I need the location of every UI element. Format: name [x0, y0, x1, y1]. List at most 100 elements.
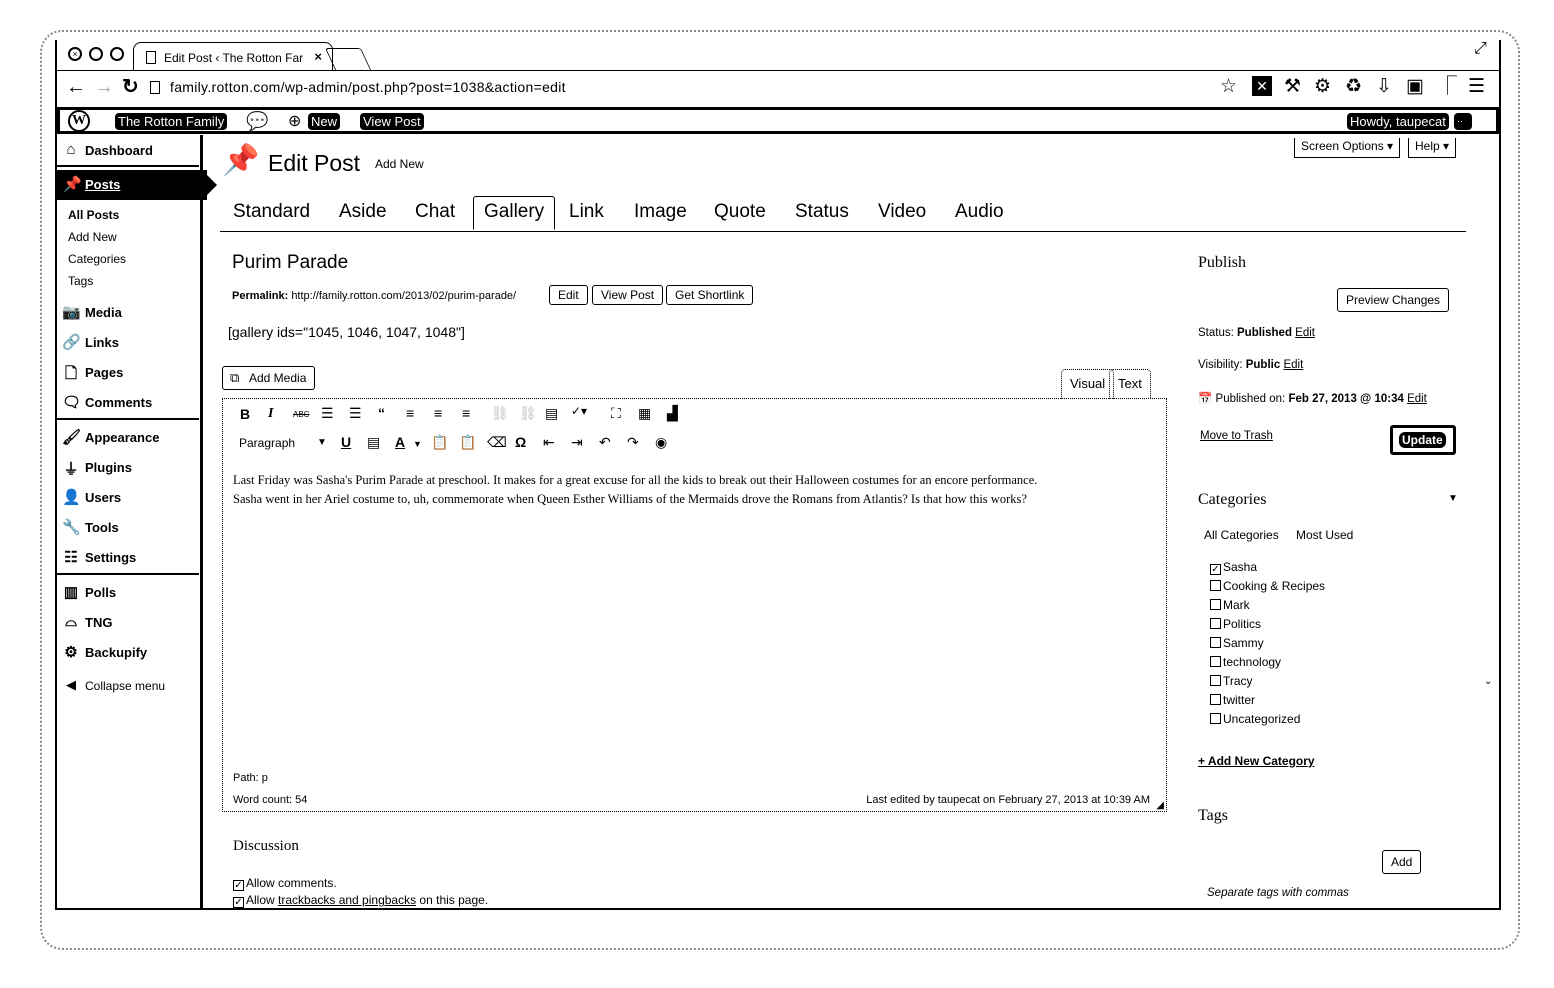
menu-dashboard[interactable]: ⌂ Dashboard [57, 139, 199, 161]
paste-text-icon[interactable]: 📋 [431, 434, 448, 450]
extension-icon[interactable]: ⎾ [1438, 76, 1457, 98]
gear-extension-icon[interactable]: ⚙ [1314, 76, 1331, 98]
wordpress-logo-icon[interactable]: W [68, 110, 90, 132]
forward-icon[interactable]: → [94, 77, 114, 97]
strikethrough-icon[interactable]: ABC [293, 407, 309, 423]
menu-backupify[interactable]: ⚙ Backupify [57, 641, 199, 663]
add-tag-button[interactable]: Add [1382, 850, 1422, 874]
category-item[interactable]: Cooking & Recipes [1210, 579, 1325, 593]
text-tab[interactable]: Text [1109, 369, 1151, 399]
undo-icon[interactable]: ↶ [599, 434, 611, 450]
category-checkbox[interactable] [1210, 599, 1221, 610]
submenu-all-posts[interactable]: All Posts [68, 208, 119, 222]
category-checkbox[interactable] [1210, 713, 1221, 724]
edit-status-link[interactable]: Edit [1295, 327, 1315, 339]
add-new-post-button[interactable]: Add New [375, 157, 424, 171]
wrench-extension-icon[interactable]: ⚒ [1284, 76, 1301, 98]
edit-date-link[interactable]: Edit [1407, 393, 1427, 405]
underline-icon[interactable]: U [341, 434, 351, 450]
edit-permalink-button[interactable]: Edit [549, 285, 588, 305]
view-post-link[interactable]: View Post [360, 113, 424, 130]
menu-users[interactable]: 👤 Users [57, 486, 199, 508]
category-checkbox[interactable] [1210, 656, 1221, 667]
add-media-button[interactable]: ⧉ Add Media [222, 366, 316, 390]
allow-pings-row[interactable]: ✓ Allow trackbacks and pingbacks on this … [233, 893, 488, 908]
category-checkbox[interactable] [1210, 637, 1221, 648]
unlink-icon[interactable]: ⛓ [519, 405, 537, 421]
chevron-down-icon[interactable]: ▼ [317, 435, 327, 451]
allow-comments-checkbox[interactable]: ✓ [233, 880, 244, 891]
download-extension-icon[interactable]: ⇩ [1376, 76, 1392, 98]
tab-gallery[interactable]: Gallery [473, 196, 556, 230]
category-item[interactable]: Mark [1210, 598, 1250, 612]
category-item[interactable]: Tracy [1210, 674, 1253, 688]
fullscreen-icon[interactable]: ⤢ [1474, 40, 1487, 58]
tab-image[interactable]: Image [634, 201, 687, 223]
collapse-menu-button[interactable]: ◀ Collapse menu [57, 675, 199, 697]
menu-polls[interactable]: ▥ Polls [57, 581, 199, 603]
fullscreen-icon[interactable]: ⛶ [611, 405, 621, 421]
align-center-icon[interactable]: ≡ [434, 405, 442, 421]
menu-settings[interactable]: ☷ Settings [57, 546, 199, 568]
tab-aside[interactable]: Aside [339, 201, 387, 223]
italic-icon[interactable]: I [268, 406, 273, 422]
category-checkbox[interactable] [1210, 675, 1221, 686]
menu-tools[interactable]: 🔧 Tools [57, 516, 199, 538]
menu-pages[interactable]: 🗋 Pages [57, 361, 199, 383]
close-window-button[interactable]: × [68, 47, 82, 61]
help-icon[interactable]: ◉ [655, 434, 667, 450]
insert-table-icon[interactable]: ▦ [638, 405, 651, 421]
menu-posts[interactable]: 📌 Posts [57, 170, 217, 200]
menu-links[interactable]: 🔗 Links [57, 331, 199, 353]
howdy-account-link[interactable]: Howdy, taupecat [1347, 113, 1449, 130]
tab-all-categories[interactable]: All Categories [1204, 528, 1279, 542]
submenu-tags[interactable]: Tags [68, 274, 93, 288]
special-character-icon[interactable]: Ω [515, 434, 526, 450]
read-more-icon[interactable]: ▤ [545, 405, 558, 421]
menu-plugins[interactable]: ⏚ Plugins [57, 456, 199, 478]
tab-chat[interactable]: Chat [415, 201, 455, 223]
trackbacks-link[interactable]: trackbacks and pingbacks [278, 893, 416, 907]
submenu-add-new[interactable]: Add New [68, 230, 117, 244]
redo-icon[interactable]: ↷ [627, 434, 639, 450]
address-bar[interactable]: family.rotton.com/wp-admin/post.php?post… [150, 79, 566, 95]
bookmark-star-icon[interactable]: ☆ [1220, 76, 1237, 98]
allow-comments-row[interactable]: ✓ Allow comments. [233, 876, 337, 891]
site-name-link[interactable]: The Rotton Family [115, 113, 228, 130]
category-item[interactable]: Sammy [1210, 636, 1264, 650]
tab-quote[interactable]: Quote [714, 201, 766, 223]
zoom-window-button[interactable] [110, 47, 124, 61]
category-item[interactable]: Uncategorized [1210, 712, 1300, 726]
tab-link[interactable]: Link [569, 201, 604, 223]
tab-video[interactable]: Video [878, 201, 926, 223]
allow-pings-checkbox[interactable]: ✓ [233, 897, 244, 908]
format-select[interactable]: Paragraph [239, 435, 295, 451]
category-checkbox[interactable] [1210, 618, 1221, 629]
permalink-url[interactable]: http://family.rotton.com/2013/02/purim-p… [291, 290, 516, 302]
post-title-input[interactable]: Purim Parade [232, 252, 348, 274]
close-tab-icon[interactable]: × [314, 49, 322, 64]
chevron-down-icon[interactable]: ▼ [413, 436, 422, 452]
bold-icon[interactable]: B [240, 406, 250, 422]
blockquote-icon[interactable]: “ [378, 405, 385, 421]
minimize-window-button[interactable] [89, 47, 103, 61]
visual-tab[interactable]: Visual [1061, 369, 1115, 399]
tab-standard[interactable]: Standard [233, 201, 310, 223]
category-item[interactable]: ✓ Sasha [1210, 560, 1257, 575]
edit-visibility-link[interactable]: Edit [1283, 359, 1303, 371]
get-shortlink-button[interactable]: Get Shortlink [666, 285, 754, 305]
category-checkbox[interactable] [1210, 694, 1221, 705]
plus-icon[interactable]: ⊕ [288, 112, 301, 132]
insert-link-icon[interactable]: ⛓ [491, 405, 509, 421]
submenu-categories[interactable]: Categories [68, 252, 126, 266]
menu-media[interactable]: 📷 Media [57, 301, 199, 323]
align-left-icon[interactable]: ≡ [406, 405, 414, 421]
category-item[interactable]: twitter [1210, 693, 1255, 707]
category-item[interactable]: technology [1210, 655, 1281, 669]
view-post-button[interactable]: View Post [592, 285, 664, 305]
category-checkbox[interactable]: ✓ [1210, 564, 1221, 575]
numbered-list-icon[interactable]: ☰ [349, 405, 362, 421]
preview-changes-button[interactable]: Preview Changes [1337, 288, 1450, 312]
category-checkbox[interactable] [1210, 580, 1221, 591]
paste-word-icon[interactable]: 📋 [459, 434, 476, 450]
